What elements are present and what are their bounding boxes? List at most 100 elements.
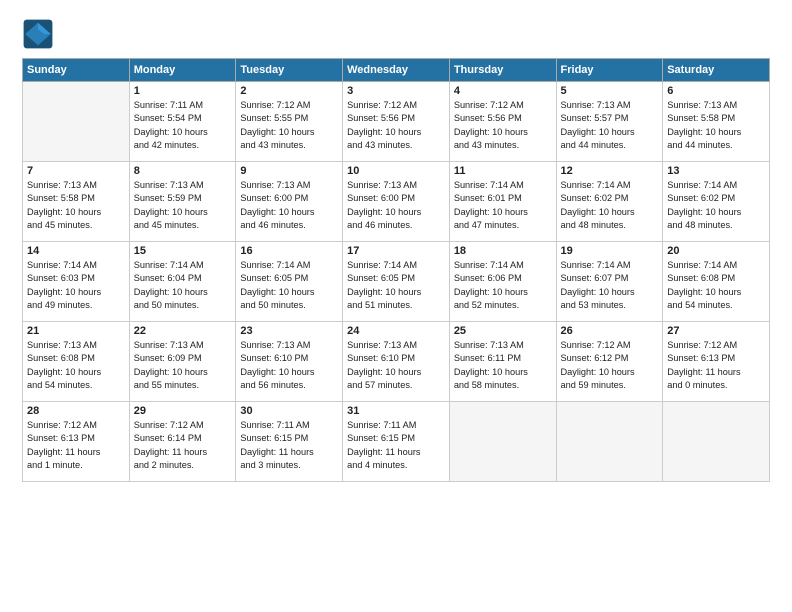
calendar-table: SundayMondayTuesdayWednesdayThursdayFrid… (22, 58, 770, 482)
day-number: 26 (561, 325, 659, 337)
calendar-cell: 16 Sunrise: 7:14 AMSunset: 6:05 PMDayligh… (236, 242, 343, 322)
day-info: Sunrise: 7:12 AMSunset: 6:12 PMDaylight:… (561, 339, 659, 392)
day-info: Sunrise: 7:13 AMSunset: 5:58 PMDaylight:… (27, 179, 125, 232)
calendar-cell: 31 Sunrise: 7:11 AMSunset: 6:15 PMDayligh… (343, 402, 450, 482)
general-blue-icon (22, 18, 54, 50)
day-info: Sunrise: 7:14 AMSunset: 6:06 PMDaylight:… (454, 259, 552, 312)
day-info: Sunrise: 7:13 AMSunset: 6:09 PMDaylight:… (134, 339, 232, 392)
calendar-cell: 1Sunrise: 7:11 AMSunset: 5:54 PMDaylight… (129, 82, 236, 162)
day-number: 16 (240, 245, 338, 257)
day-number: 23 (240, 325, 338, 337)
day-number: 18 (454, 245, 552, 257)
day-info: Sunrise: 7:13 AMSunset: 5:58 PMDaylight:… (667, 99, 765, 152)
calendar-cell (556, 402, 663, 482)
calendar-cell: 5Sunrise: 7:13 AMSunset: 5:57 PMDaylight… (556, 82, 663, 162)
day-info: Sunrise: 7:13 AMSunset: 6:00 PMDaylight:… (240, 179, 338, 232)
day-info: Sunrise: 7:12 AMSunset: 5:55 PMDaylight:… (240, 99, 338, 152)
day-number: 4 (454, 85, 552, 97)
day-info: Sunrise: 7:11 AMSunset: 6:15 PMDaylight:… (240, 419, 338, 472)
day-info: Sunrise: 7:14 AMSunset: 6:04 PMDaylight:… (134, 259, 232, 312)
calendar-cell: 8 Sunrise: 7:13 AMSunset: 5:59 PMDaylight… (129, 162, 236, 242)
day-of-week-header: Friday (556, 59, 663, 82)
day-info: Sunrise: 7:12 AMSunset: 6:13 PMDaylight:… (27, 419, 125, 472)
day-number: 13 (667, 165, 765, 177)
logo (22, 18, 58, 50)
calendar-cell: 22 Sunrise: 7:13 AMSunset: 6:09 PMDayligh… (129, 322, 236, 402)
day-info: Sunrise: 7:14 AMSunset: 6:01 PMDaylight:… (454, 179, 552, 232)
day-info: Sunrise: 7:13 AMSunset: 6:10 PMDaylight:… (347, 339, 445, 392)
day-info: Sunrise: 7:12 AMSunset: 6:13 PMDaylight:… (667, 339, 765, 392)
day-info: Sunrise: 7:11 AMSunset: 5:54 PMDaylight:… (134, 99, 232, 152)
day-number: 7 (27, 165, 125, 177)
day-info: Sunrise: 7:14 AMSunset: 6:02 PMDaylight:… (667, 179, 765, 232)
calendar-cell: 18 Sunrise: 7:14 AMSunset: 6:06 PMDayligh… (449, 242, 556, 322)
day-of-week-header: Saturday (663, 59, 770, 82)
day-number: 21 (27, 325, 125, 337)
calendar-cell: 2 Sunrise: 7:12 AMSunset: 5:55 PMDaylight… (236, 82, 343, 162)
calendar-cell: 25 Sunrise: 7:13 AMSunset: 6:11 PMDayligh… (449, 322, 556, 402)
calendar-cell (663, 402, 770, 482)
calendar-cell: 24 Sunrise: 7:13 AMSunset: 6:10 PMDayligh… (343, 322, 450, 402)
header (22, 18, 770, 50)
calendar-cell: 10 Sunrise: 7:13 AMSunset: 6:00 PMDayligh… (343, 162, 450, 242)
calendar-cell: 29 Sunrise: 7:12 AMSunset: 6:14 PMDayligh… (129, 402, 236, 482)
day-number: 29 (134, 405, 232, 417)
calendar-cell: 11 Sunrise: 7:14 AMSunset: 6:01 PMDayligh… (449, 162, 556, 242)
calendar-cell: 28 Sunrise: 7:12 AMSunset: 6:13 PMDayligh… (23, 402, 130, 482)
day-number: 22 (134, 325, 232, 337)
day-info: Sunrise: 7:11 AMSunset: 6:15 PMDaylight:… (347, 419, 445, 472)
day-number: 9 (240, 165, 338, 177)
day-number: 30 (240, 405, 338, 417)
day-number: 15 (134, 245, 232, 257)
day-info: Sunrise: 7:12 AMSunset: 5:56 PMDaylight:… (454, 99, 552, 152)
calendar-cell (449, 402, 556, 482)
day-number: 25 (454, 325, 552, 337)
day-of-week-header: Wednesday (343, 59, 450, 82)
calendar-cell: 12Sunrise: 7:14 AMSunset: 6:02 PMDayligh… (556, 162, 663, 242)
day-number: 10 (347, 165, 445, 177)
day-info: Sunrise: 7:13 AMSunset: 6:10 PMDaylight:… (240, 339, 338, 392)
calendar-cell: 13 Sunrise: 7:14 AMSunset: 6:02 PMDayligh… (663, 162, 770, 242)
calendar-cell: 4 Sunrise: 7:12 AMSunset: 5:56 PMDaylight… (449, 82, 556, 162)
day-number: 27 (667, 325, 765, 337)
day-number: 3 (347, 85, 445, 97)
day-info: Sunrise: 7:14 AMSunset: 6:05 PMDaylight:… (240, 259, 338, 312)
calendar-cell: 6 Sunrise: 7:13 AMSunset: 5:58 PMDaylight… (663, 82, 770, 162)
calendar-cell: 23 Sunrise: 7:13 AMSunset: 6:10 PMDayligh… (236, 322, 343, 402)
calendar-cell: 15 Sunrise: 7:14 AMSunset: 6:04 PMDayligh… (129, 242, 236, 322)
calendar-cell: 20 Sunrise: 7:14 AMSunset: 6:08 PMDayligh… (663, 242, 770, 322)
day-info: Sunrise: 7:13 AMSunset: 5:59 PMDaylight:… (134, 179, 232, 232)
day-number: 24 (347, 325, 445, 337)
day-info: Sunrise: 7:14 AMSunset: 6:03 PMDaylight:… (27, 259, 125, 312)
day-number: 5 (561, 85, 659, 97)
calendar-cell: 30 Sunrise: 7:11 AMSunset: 6:15 PMDayligh… (236, 402, 343, 482)
day-number: 8 (134, 165, 232, 177)
day-number: 31 (347, 405, 445, 417)
day-number: 19 (561, 245, 659, 257)
day-number: 11 (454, 165, 552, 177)
day-info: Sunrise: 7:14 AMSunset: 6:05 PMDaylight:… (347, 259, 445, 312)
calendar-cell: 3 Sunrise: 7:12 AMSunset: 5:56 PMDaylight… (343, 82, 450, 162)
day-of-week-header: Thursday (449, 59, 556, 82)
day-number: 17 (347, 245, 445, 257)
day-info: Sunrise: 7:14 AMSunset: 6:02 PMDaylight:… (561, 179, 659, 232)
day-number: 28 (27, 405, 125, 417)
calendar-cell: 14 Sunrise: 7:14 AMSunset: 6:03 PMDayligh… (23, 242, 130, 322)
day-of-week-header: Sunday (23, 59, 130, 82)
day-info: Sunrise: 7:14 AMSunset: 6:08 PMDaylight:… (667, 259, 765, 312)
day-number: 2 (240, 85, 338, 97)
day-of-week-header: Monday (129, 59, 236, 82)
day-number: 20 (667, 245, 765, 257)
day-info: Sunrise: 7:13 AMSunset: 6:11 PMDaylight:… (454, 339, 552, 392)
calendar-cell: 26 Sunrise: 7:12 AMSunset: 6:12 PMDayligh… (556, 322, 663, 402)
calendar-cell: 19 Sunrise: 7:14 AMSunset: 6:07 PMDayligh… (556, 242, 663, 322)
calendar-cell: 7 Sunrise: 7:13 AMSunset: 5:58 PMDaylight… (23, 162, 130, 242)
day-info: Sunrise: 7:13 AMSunset: 6:00 PMDaylight:… (347, 179, 445, 232)
calendar-cell (23, 82, 130, 162)
day-number: 14 (27, 245, 125, 257)
day-info: Sunrise: 7:12 AMSunset: 6:14 PMDaylight:… (134, 419, 232, 472)
day-number: 6 (667, 85, 765, 97)
calendar-cell: 17 Sunrise: 7:14 AMSunset: 6:05 PMDayligh… (343, 242, 450, 322)
day-info: Sunrise: 7:14 AMSunset: 6:07 PMDaylight:… (561, 259, 659, 312)
day-info: Sunrise: 7:12 AMSunset: 5:56 PMDaylight:… (347, 99, 445, 152)
